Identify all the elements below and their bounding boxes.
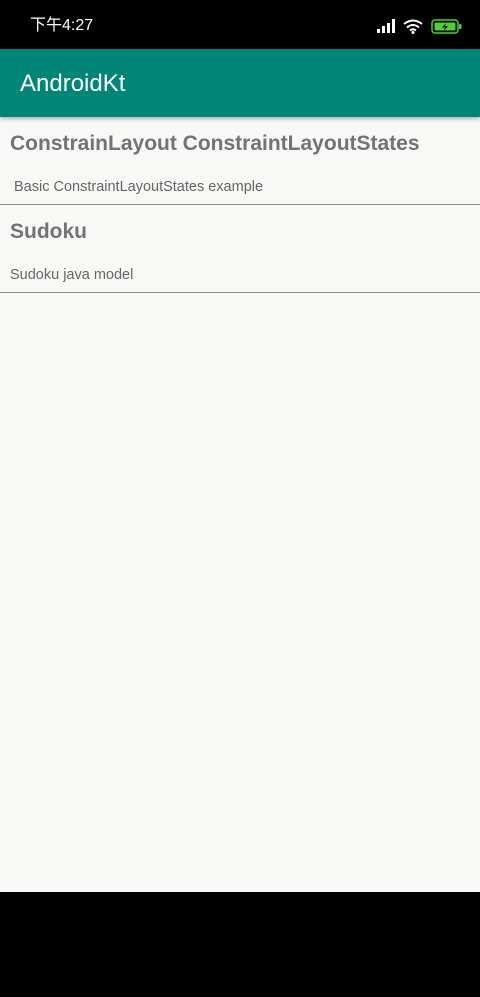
list-item-description: Sudoku java model (10, 267, 134, 283)
battery-charging-icon (431, 18, 462, 34)
list-item-description: Basic ConstraintLayoutStates example (14, 179, 264, 195)
signal-icon (377, 19, 395, 33)
wifi-icon (403, 19, 423, 34)
list-item[interactable]: ConstrainLayout ConstraintLayoutStates B… (0, 117, 480, 205)
app-bar: AndroidKt (0, 49, 480, 117)
status-bar: 下午4:27 (0, 0, 480, 49)
app-title: AndroidKt (20, 70, 126, 97)
navigation-bar-area (0, 892, 480, 997)
content-area: ConstrainLayout ConstraintLayoutStates B… (0, 117, 480, 892)
phone-screen: 下午4:27 AndroidKt ConstrainLayout Constra… (0, 0, 480, 997)
list-item-title: Sudoku (10, 220, 87, 243)
status-icons (377, 15, 462, 37)
list-item[interactable]: Sudoku Sudoku java model (0, 205, 480, 293)
status-time: 下午4:27 (30, 17, 94, 34)
list-item-title: ConstrainLayout ConstraintLayoutStates (10, 132, 420, 155)
